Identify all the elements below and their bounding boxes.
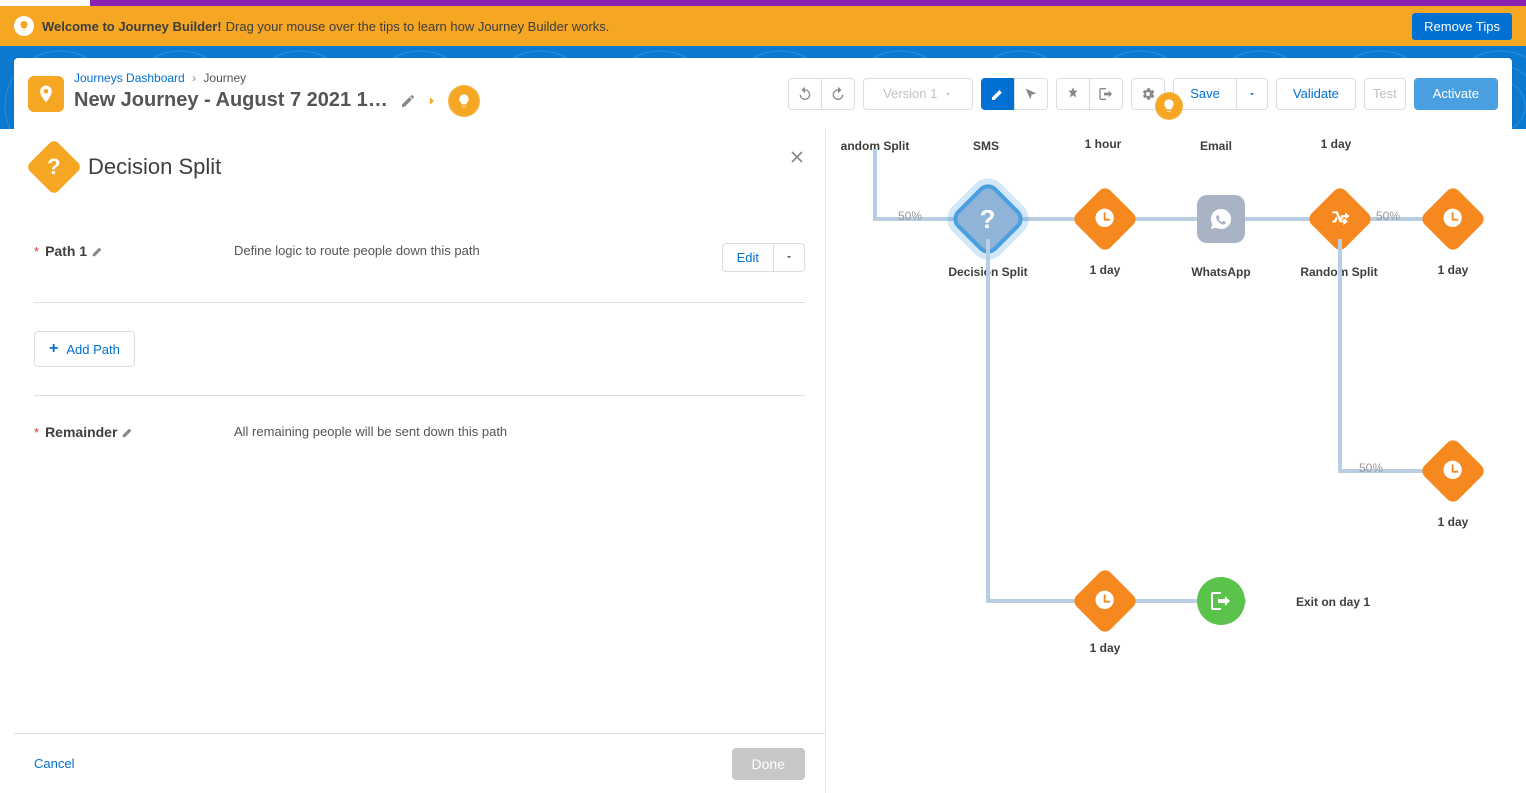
connector <box>1338 239 1342 471</box>
banner-title: Welcome to Journey Builder! <box>42 19 222 34</box>
header-card: Journeys Dashboard › Journey New Journey… <box>14 58 1512 129</box>
journey-pin-icon <box>28 76 64 112</box>
node-wait-1day-right[interactable] <box>1429 195 1477 243</box>
canvas-label-whatsapp: WhatsApp <box>1191 265 1250 279</box>
tip-banner: Welcome to Journey Builder! Drag your mo… <box>0 6 1526 46</box>
cancel-button[interactable]: Cancel <box>34 756 74 771</box>
node-random-split[interactable] <box>1316 195 1364 243</box>
node-exit[interactable] <box>1197 577 1245 625</box>
required-asterisk: * <box>34 425 39 440</box>
pct-label: 50% <box>898 209 922 223</box>
canvas-label-1day2: 1 day <box>1438 263 1469 277</box>
test-button: Test <box>1364 78 1406 110</box>
edit-path-button[interactable]: Edit <box>722 243 774 272</box>
chevron-right-icon <box>426 95 438 107</box>
node-wait-1day-exit[interactable] <box>1081 577 1129 625</box>
path-desc: Define logic to route people down this p… <box>234 243 722 258</box>
connector <box>986 239 990 601</box>
undo-button[interactable] <box>788 78 822 110</box>
canvas-label-exit: Exit on day 1 <box>1296 595 1370 609</box>
canvas-label-1day4: 1 day <box>1090 641 1121 655</box>
breadcrumb: Journeys Dashboard › Journey <box>74 71 480 85</box>
canvas-label-1day-top: 1 day <box>1321 137 1352 151</box>
decision-split-icon: ? <box>26 139 83 196</box>
tip-bulb-icon[interactable] <box>448 85 480 117</box>
add-path-button[interactable]: + Add Path <box>34 331 135 367</box>
breadcrumb-dashboard[interactable]: Journeys Dashboard <box>74 71 185 85</box>
save-dropdown-button[interactable] <box>1236 78 1268 110</box>
path-name: Path 1 <box>45 243 87 259</box>
remainder-name: Remainder <box>45 424 117 440</box>
validate-button[interactable]: Validate <box>1276 78 1356 110</box>
remainder-desc: All remaining people will be sent down t… <box>234 424 805 439</box>
canvas-label-sms: SMS <box>973 139 999 153</box>
breadcrumb-current: Journey <box>203 71 246 85</box>
canvas-label-1day3: 1 day <box>1438 515 1469 529</box>
node-whatsapp[interactable] <box>1197 195 1245 243</box>
canvas-label-1hour: 1 hour <box>1085 137 1122 151</box>
remove-tips-button[interactable]: Remove Tips <box>1412 13 1512 40</box>
edit-path-name-icon[interactable] <box>91 244 105 258</box>
connector <box>873 149 877 221</box>
canvas-label-1day1: 1 day <box>1090 263 1121 277</box>
node-decision-split[interactable]: ? <box>964 195 1012 243</box>
node-wait-1day-branch[interactable] <box>1429 447 1477 495</box>
plus-icon: + <box>49 340 58 358</box>
add-path-label: Add Path <box>66 342 120 357</box>
panel-title: Decision Split <box>88 154 221 180</box>
exit-criteria-button[interactable] <box>1089 78 1123 110</box>
lightbulb-icon <box>14 16 34 36</box>
required-asterisk: * <box>34 244 39 259</box>
path-row: * Path 1 Define logic to route people do… <box>34 237 805 303</box>
redo-button[interactable] <box>821 78 855 110</box>
pct-label: 50% <box>1376 209 1400 223</box>
banner-desc: Drag your mouse over the tips to learn h… <box>226 19 610 34</box>
edit-remainder-name-icon[interactable] <box>121 425 135 439</box>
edit-path-dropdown[interactable] <box>774 243 805 272</box>
select-mode-button[interactable] <box>1014 78 1048 110</box>
remainder-row: * Remainder All remaining people will be… <box>34 396 805 470</box>
journey-canvas[interactable]: andom Split SMS 1 hour Email 1 day 50% 5… <box>826 129 1512 793</box>
node-wait-1day[interactable] <box>1081 195 1129 243</box>
canvas-label-email: Email <box>1200 139 1232 153</box>
goals-button[interactable] <box>1056 78 1090 110</box>
journey-title: New Journey - August 7 2021 10… <box>74 89 394 112</box>
decision-split-panel: ? Decision Split * Path 1 Define logic t… <box>14 129 826 793</box>
activate-button[interactable]: Activate <box>1414 78 1498 110</box>
version-label: Version 1 <box>883 86 937 101</box>
header-bg: Journeys Dashboard › Journey New Journey… <box>0 46 1526 129</box>
settings-tip-icon[interactable] <box>1155 92 1183 120</box>
edit-mode-button[interactable] <box>981 78 1015 110</box>
close-panel-button[interactable] <box>787 147 807 170</box>
version-dropdown[interactable]: Version 1 <box>863 78 973 110</box>
pct-label: 50% <box>1359 461 1383 475</box>
edit-title-icon[interactable] <box>400 93 416 109</box>
done-button: Done <box>732 748 805 780</box>
